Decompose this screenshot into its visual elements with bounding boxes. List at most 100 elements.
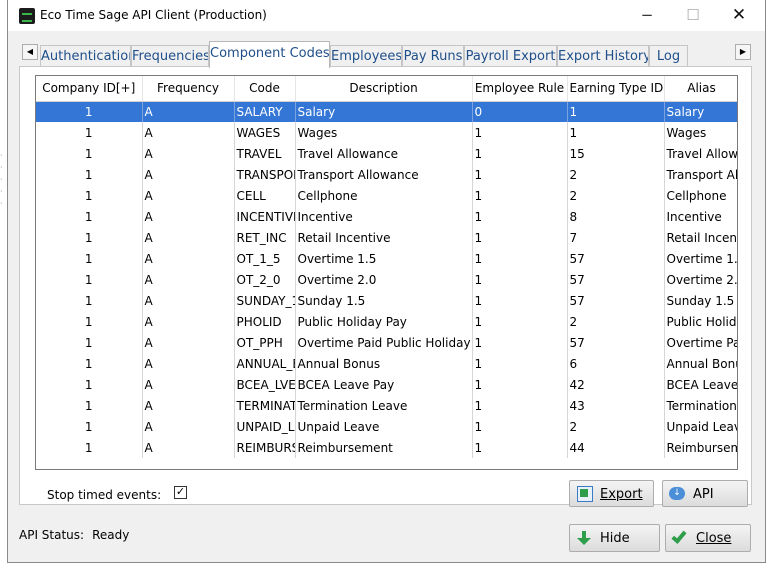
minimize-button[interactable]: − [624,0,670,31]
table-cell: Travel Allowa [664,143,737,164]
table-cell: 1 [36,206,143,227]
table-cell: 1 [472,122,568,143]
table-cell: 43 [567,395,665,416]
table-cell: A [142,290,235,311]
stop-timed-events-checkbox[interactable]: ✓ [174,486,187,499]
table-row[interactable]: 1 A INCENTIVE Incentive 1 8 Incentive [36,206,737,227]
table-cell: 1 [36,311,143,332]
table-row[interactable]: 1 A TRAVEL Travel Allowance 1 15 Travel Allowa [36,143,737,164]
table-cell: A [142,269,235,290]
table-cell: 2 [567,185,665,206]
table-row[interactable]: 1 A WAGES Wages 1 1 Wages [36,122,737,143]
table-cell: Overtime Paid Public Holiday [295,332,473,353]
table-cell: Sunday 1.5 [295,290,473,311]
table-cell: 2 [567,164,665,185]
table-cell: Public Holiday Pay [295,311,473,332]
table-row[interactable]: 1 A TERMINAT Termination Leave 1 43 Terminatio… [36,395,737,416]
table-cell: Annual Bonus [295,353,473,374]
tab-scroll-right-button[interactable]: ▶ [735,44,751,60]
table-cell: 1 [472,437,568,458]
column-header[interactable]: Alias [664,76,737,102]
table-cell: SUNDAY_1 [234,290,296,311]
column-header[interactable]: Company ID[+] [36,76,143,102]
table-cell: 1 [36,185,143,206]
table-row[interactable]: 1 A SALARY Salary 0 1 Salary [36,101,737,122]
table-cell: Annual Bonu [664,353,737,374]
table-cell: Transport Al [664,164,737,185]
table-cell: UNPAID_L [234,416,296,437]
close-button[interactable]: Close [665,524,751,552]
table-cell: INCENTIVE [234,206,296,227]
table-cell: OT_2_0 [234,269,296,290]
table-cell: 42 [567,374,665,395]
table-row[interactable]: 1 A SUNDAY_1 Sunday 1.5 1 57 Sunday 1.5 [36,290,737,311]
column-header[interactable]: Description [295,76,473,102]
table-cell: 1 [472,332,568,353]
table-row[interactable]: 1 A TRANSPOI Transport Allowance 1 2 Transport… [36,164,737,185]
tab-authentication[interactable]: Authentication [40,45,131,67]
table-cell: 1 [472,164,568,185]
table-row[interactable]: 1 A OT_1_5 Overtime 1.5 1 57 Overtime 1.5 [36,248,737,269]
tab-frequencies[interactable]: Frequencies [131,45,209,67]
maximize-button[interactable]: ☐ [670,0,716,31]
table-row[interactable]: 1 A ANNUAL_E Annual Bonus 1 6 Annual Bonu [36,353,737,374]
table-cell: Termination Leave [295,395,473,416]
table-cell: 1 [36,416,143,437]
app-logo-icon [19,8,35,24]
table-cell: 1 [36,122,143,143]
table-cell: TERMINAT [234,395,296,416]
api-button[interactable]: ↓ API [662,480,748,507]
table-cell: 1 [472,374,568,395]
table-row[interactable]: 1 A RET_INC Retail Incentive 1 7 Retail Incent… [36,227,737,248]
table-cell: 15 [567,143,665,164]
column-header[interactable]: Employee Rule [472,76,568,102]
table-row[interactable]: 1 A OT_PPH Overtime Paid Public Holiday 1 57 O… [36,332,737,353]
arrow-down-icon [577,531,591,545]
tab-component-codes[interactable]: Component Codes [209,41,330,68]
close-window-button[interactable]: ✕ [716,0,762,31]
tab-log[interactable]: Log [649,45,688,67]
table-cell: 0 [472,101,568,122]
app-window: Eco Time Sage API Client (Production) − … [7,0,766,563]
table-row[interactable]: 1 A CELL Cellphone 1 2 Cellphone [36,185,737,206]
table-row[interactable]: 1 A PHOLID Public Holiday Pay 1 2 Public Holid… [36,311,737,332]
table-cell: 1 [472,227,568,248]
column-header[interactable]: Frequency [142,76,235,102]
component-codes-grid[interactable]: Company ID[+] Frequency Code Description Emp… [35,75,738,470]
table-cell: REIMBURS [234,437,296,458]
table-row[interactable]: 1 A BCEA_LVE BCEA Leave Pay 1 42 BCEA Leave I [36,374,737,395]
table-cell: 1 [567,101,665,122]
column-header[interactable]: Code [234,76,296,102]
table-cell: 57 [567,290,665,311]
title-bar: Eco Time Sage API Client (Production) − … [8,0,765,31]
hide-button[interactable]: Hide [569,524,660,552]
tab-payroll-export[interactable]: Payroll Export [464,45,557,67]
table-cell: 1 [36,290,143,311]
table-cell: 2 [567,311,665,332]
table-cell: 1 [472,416,568,437]
table-cell: Overtime Pai [664,332,737,353]
table-cell: RET_INC [234,227,296,248]
table-cell: Overtime 1.5 [295,248,473,269]
tab-export-history[interactable]: Export History [557,45,649,67]
table-cell: Retail Incenti [664,227,737,248]
table-cell: Wages [664,122,737,143]
table-row[interactable]: 1 A UNPAID_L Unpaid Leave 1 2 Unpaid Leav [36,416,737,437]
table-cell: A [142,332,235,353]
table-cell: Reimbursem [664,437,737,458]
column-header[interactable]: Earning Type ID [567,76,665,102]
table-row[interactable]: 1 A REIMBURS Reimbursement 1 44 Reimbursem [36,437,737,458]
table-row[interactable]: 1 A OT_2_0 Overtime 2.0 1 57 Overtime 2.0 [36,269,737,290]
table-cell: 1 [472,311,568,332]
table-cell: 1 [472,353,568,374]
table-cell: Termination [664,395,737,416]
table-cell: Unpaid Leav [664,416,737,437]
table-cell: Travel Allowance [295,143,473,164]
table-cell: TRANSPOI [234,164,296,185]
table-cell: Incentive [295,206,473,227]
tab-pay-runs[interactable]: Pay Runs [402,45,464,67]
export-button[interactable]: Export [569,480,654,507]
tab-scroll-left-button[interactable]: ◀ [22,44,38,60]
tab-employees[interactable]: Employees [330,45,402,67]
table-cell: 1 [36,164,143,185]
